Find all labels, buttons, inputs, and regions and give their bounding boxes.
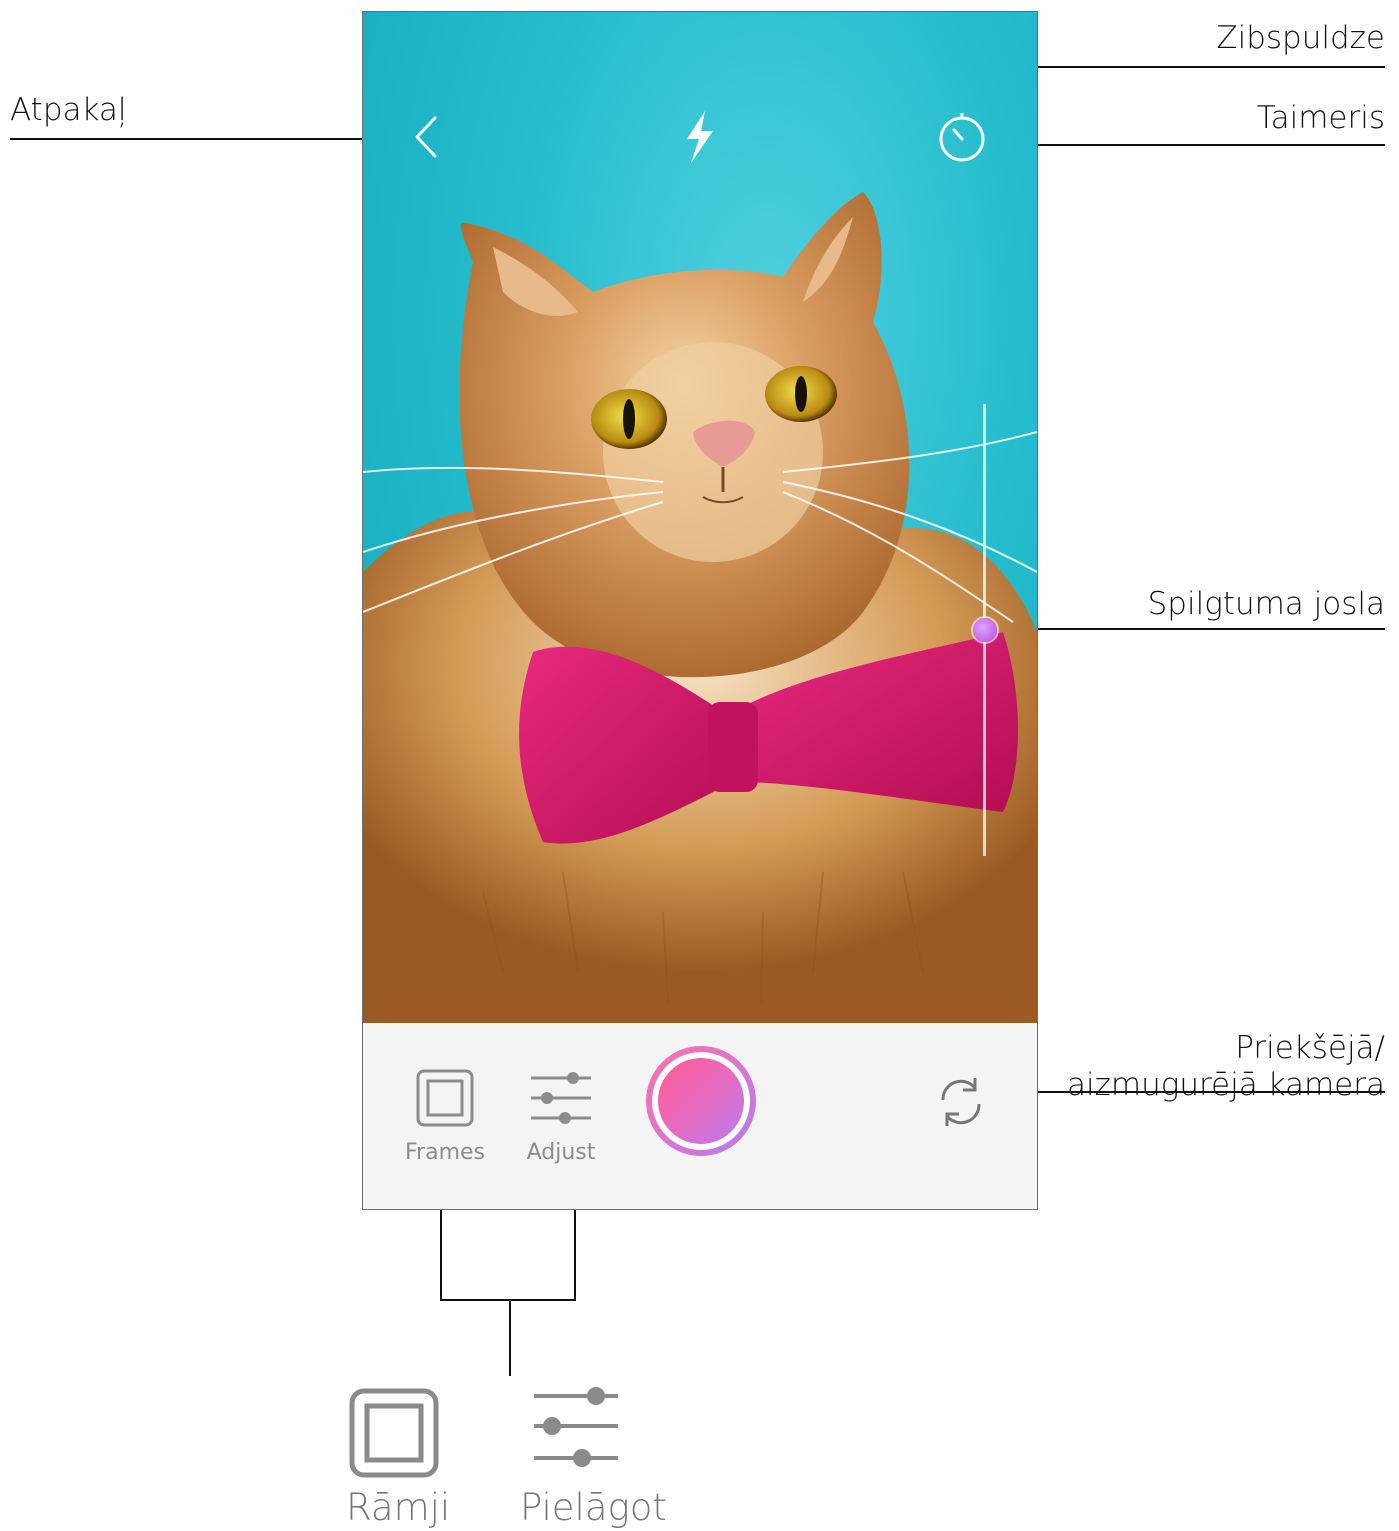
callout-camera-switch-line [998,1091,1385,1093]
legend-frames-label: Rāmji [346,1486,451,1529]
frames-icon-large [349,1388,439,1478]
shutter-inner [652,1052,750,1150]
callout-brightness: Spilgtuma josla [1147,586,1385,622]
frames-label: Frames [404,1140,485,1165]
callout-timer-line [1002,144,1385,146]
sliders-icon[interactable] [529,1068,593,1128]
flash-icon[interactable] [679,109,719,165]
chevron-left-icon[interactable] [407,112,447,162]
shutter-button[interactable] [646,1046,756,1156]
sliders-icon-large [534,1387,618,1467]
callout-camera-switch-line1: Priekšējā/ [1235,1030,1385,1066]
callout-camera-switch-line2: aizmugurējā kamera [1067,1067,1385,1104]
adjust-label: Adjust [526,1140,596,1165]
callout-back-line [10,138,405,140]
switch-camera-icon[interactable] [933,1074,989,1130]
camera-viewfinder[interactable] [363,12,1037,1023]
camera-toolbar: Frames Adjust [363,1023,1037,1209]
shutter-core [658,1058,744,1144]
callout-flash: Zibspuldze [1216,20,1385,56]
legend-adjust-label: Pielāgot [520,1486,667,1529]
callout-camera-switch: Priekšējā/ aizmugurējā kamera [1067,1030,1385,1104]
camera-screen: Frames Adjust [362,11,1038,1210]
callout-back: Atpakaļ [10,92,127,128]
bracket-bottom [440,1299,576,1301]
frames-icon[interactable] [415,1068,475,1128]
bracket-stem [509,1300,511,1376]
callout-brightness-line [1000,628,1385,630]
timer-icon[interactable] [935,110,989,164]
brightness-slider[interactable] [973,404,997,856]
callout-timer: Taimeris [1256,100,1385,136]
brightness-thumb[interactable] [973,618,997,642]
